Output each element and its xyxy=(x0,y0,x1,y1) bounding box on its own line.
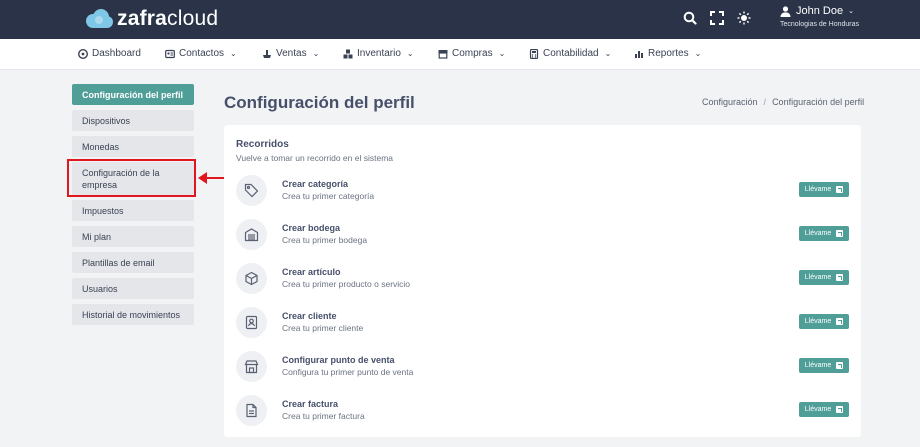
page-title: Configuración del perfil xyxy=(224,93,415,112)
theme-sun-icon[interactable] xyxy=(737,11,751,25)
warehouse-icon xyxy=(236,219,267,250)
inventory-icon xyxy=(343,49,353,59)
user-icon xyxy=(780,5,791,17)
box-icon xyxy=(236,263,267,294)
recorridos-card: Recorridos Vuelve a tomar un recorrido e… xyxy=(224,125,861,437)
brand-name: zafracloud xyxy=(117,7,219,30)
nav-inventario[interactable]: Inventario ⌄ xyxy=(343,48,414,59)
tour-title: Crear categoría xyxy=(282,179,349,189)
fullscreen-icon[interactable] xyxy=(710,11,724,25)
tour-row-crear-articulo: Crear artículo Crea tu primer producto o… xyxy=(236,263,849,297)
external-link-icon xyxy=(836,186,844,193)
sidebar-item-plantillas-email[interactable]: Plantillas de email xyxy=(72,252,194,273)
chevron-down-icon: ⌄ xyxy=(312,49,320,58)
sidebar-item-mi-plan[interactable]: Mi plan xyxy=(72,226,194,247)
nav-contactos[interactable]: Contactos ⌄ xyxy=(165,48,237,59)
button-label: Llévame xyxy=(804,274,832,281)
contact-card-icon xyxy=(236,307,267,338)
button-label: Llévame xyxy=(804,362,832,369)
nav-dashboard[interactable]: Dashboard xyxy=(77,48,141,59)
sidebar-item-monedas[interactable]: Monedas xyxy=(72,136,194,157)
sidebar-item-configuracion-perfil[interactable]: Configuración del perfil xyxy=(72,84,194,105)
user-organization: Tecnologias de Honduras xyxy=(780,21,859,28)
llevame-button[interactable]: Llévame xyxy=(799,402,849,417)
tour-row-crear-bodega: Crear bodega Crea tu primer bodega Lléva… xyxy=(236,219,849,253)
chevron-down-icon: ⌄ xyxy=(230,49,237,58)
breadcrumb-link-configuracion[interactable]: Configuración xyxy=(702,97,758,107)
user-menu[interactable]: John Doe ⌄ Tecnologias de Honduras xyxy=(780,5,859,28)
reports-icon xyxy=(634,49,644,59)
chevron-down-icon: ⌄ xyxy=(498,49,506,58)
breadcrumb: Configuración / Configuración del perfil xyxy=(702,97,864,107)
nav-contabilidad[interactable]: Contabilidad ⌄ xyxy=(529,48,611,59)
button-label: Llévame xyxy=(804,318,832,325)
chevron-down-icon: ⌄ xyxy=(848,8,854,15)
sales-icon xyxy=(262,49,272,59)
chevron-down-icon: ⌄ xyxy=(694,49,702,58)
llevame-button[interactable]: Llévame xyxy=(799,226,849,241)
main-navbar: Dashboard Contactos ⌄ Ventas ⌄ Inventari… xyxy=(0,39,920,70)
nav-label: Compras xyxy=(452,48,493,59)
tour-subtitle: Crea tu primer categoría xyxy=(282,191,375,201)
sidebar-item-usuarios[interactable]: Usuarios xyxy=(72,278,194,299)
nav-label: Ventas xyxy=(276,48,307,59)
breadcrumb-current: Configuración del perfil xyxy=(772,97,865,107)
tour-title: Crear cliente xyxy=(282,311,337,321)
external-link-icon xyxy=(836,362,844,369)
nav-compras[interactable]: Compras ⌄ xyxy=(438,48,505,59)
tour-title: Configurar punto de venta xyxy=(282,355,395,365)
tour-row-crear-cliente: Crear cliente Crea tu primer cliente Llé… xyxy=(236,307,849,341)
tour-subtitle: Crea tu primer factura xyxy=(282,411,365,421)
sidebar-item-historial-movimientos[interactable]: Historial de movimientos xyxy=(72,304,194,325)
nav-label: Dashboard xyxy=(92,48,141,59)
nav-label: Contactos xyxy=(179,48,225,59)
tour-subtitle: Crea tu primer producto o servicio xyxy=(282,279,411,289)
contacts-icon xyxy=(165,49,175,59)
external-link-icon xyxy=(836,406,844,413)
tour-row-crear-factura: Crear factura Crea tu primer factura Llé… xyxy=(236,395,849,429)
nav-reportes[interactable]: Reportes ⌄ xyxy=(634,48,701,59)
purchases-icon xyxy=(438,49,448,59)
accounting-icon xyxy=(529,48,539,59)
llevame-button[interactable]: Llévame xyxy=(799,270,849,285)
tour-subtitle: Configura tu primer punto de venta xyxy=(282,367,414,377)
nav-ventas[interactable]: Ventas ⌄ xyxy=(262,48,319,59)
search-icon[interactable] xyxy=(683,11,697,25)
sidebar-item-dispositivos[interactable]: Dispositivos xyxy=(72,110,194,131)
user-name: John Doe xyxy=(796,5,844,17)
button-label: Llévame xyxy=(804,406,832,413)
external-link-icon xyxy=(836,318,844,325)
llevame-button[interactable]: Llévame xyxy=(799,182,849,197)
chevron-down-icon: ⌄ xyxy=(406,49,414,58)
chevron-down-icon: ⌄ xyxy=(604,49,612,58)
breadcrumb-separator: / xyxy=(763,97,767,107)
llevame-button[interactable]: Llévame xyxy=(799,358,849,373)
nav-label: Contabilidad xyxy=(543,48,599,59)
cloud-logo-icon xyxy=(84,9,114,29)
button-label: Llévame xyxy=(804,186,832,193)
tour-title: Crear factura xyxy=(282,399,339,409)
button-label: Llévame xyxy=(804,230,832,237)
app-logo[interactable]: zafracloud xyxy=(84,7,218,31)
card-title: Recorridos xyxy=(236,139,289,150)
tour-row-crear-categoria: Crear categoría Crea tu primer categoría… xyxy=(236,175,849,209)
store-icon xyxy=(236,351,267,382)
tag-icon xyxy=(236,175,267,206)
nav-label: Reportes xyxy=(648,48,689,59)
annotation-highlight-box xyxy=(67,159,196,197)
card-subtitle: Vuelve a tomar un recorrido en el sistem… xyxy=(236,153,394,163)
dashboard-icon xyxy=(77,48,89,59)
top-header: zafracloud John Doe ⌄ Tecnologias de Hon… xyxy=(0,0,920,39)
tour-title: Crear artículo xyxy=(282,267,341,277)
sidebar-item-impuestos[interactable]: Impuestos xyxy=(72,200,194,221)
tour-subtitle: Crea tu primer bodega xyxy=(282,235,368,245)
llevame-button[interactable]: Llévame xyxy=(799,314,849,329)
tour-subtitle: Crea tu primer cliente xyxy=(282,323,364,333)
invoice-icon xyxy=(236,395,267,426)
tour-row-configurar-punto-venta: Configurar punto de venta Configura tu p… xyxy=(236,351,849,385)
tour-title: Crear bodega xyxy=(282,223,341,233)
nav-label: Inventario xyxy=(357,48,401,59)
external-link-icon xyxy=(836,230,844,237)
external-link-icon xyxy=(836,274,844,281)
